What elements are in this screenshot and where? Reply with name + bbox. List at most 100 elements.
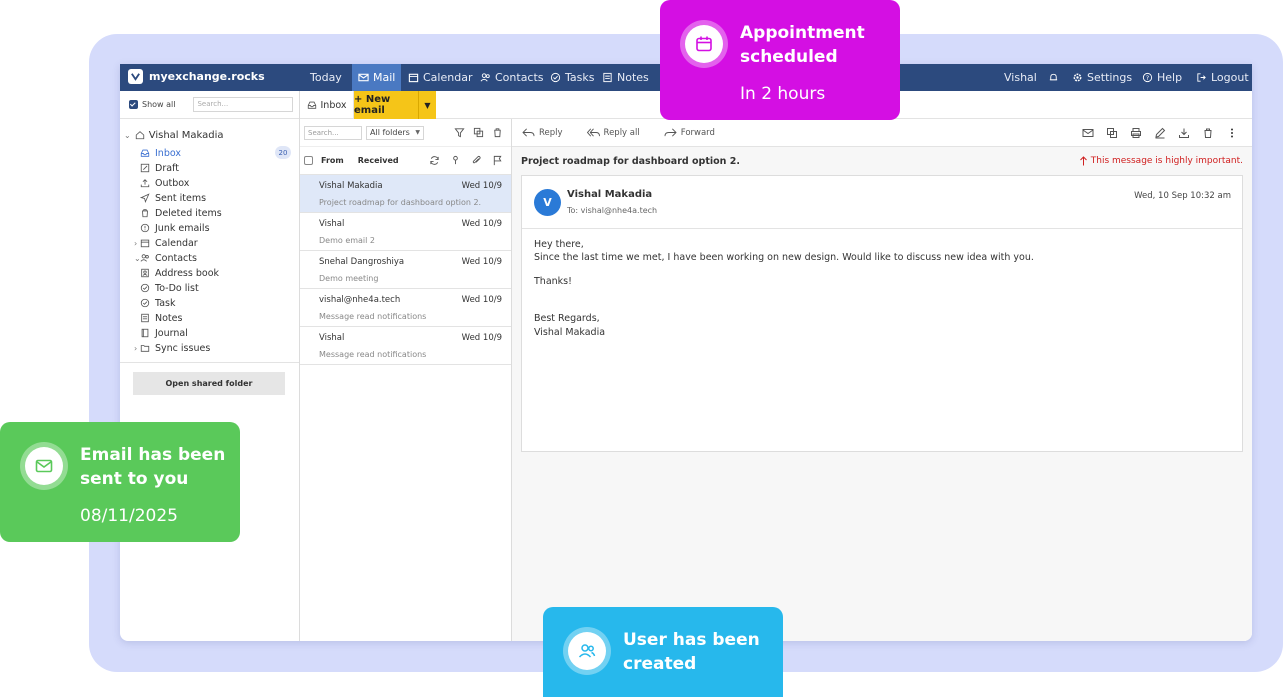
pencil-icon[interactable] (1154, 127, 1166, 139)
nav-logout[interactable]: Logout (1190, 64, 1252, 91)
caret-down-icon[interactable]: ▼ (418, 91, 436, 119)
folder-filter-select[interactable]: All folders ▼ (366, 125, 424, 140)
table-row[interactable]: Vishal Makadia Wed 10/9 Project roadmap … (300, 175, 511, 213)
account-name: Vishal Makadia (148, 129, 224, 141)
folder-sync-issues[interactable]: › Sync issues (134, 341, 210, 355)
table-row[interactable]: Vishal Wed 10/9 Message read notificatio… (300, 327, 511, 365)
nav-notifications[interactable] (1042, 64, 1065, 91)
nav-user[interactable]: Vishal (998, 64, 1043, 91)
chevron-right-icon[interactable]: › (134, 239, 137, 248)
nav-calendar[interactable]: Calendar (402, 64, 478, 91)
toast-icon-badge (568, 632, 606, 670)
nav-mail[interactable]: Mail (352, 64, 402, 91)
folder-task[interactable]: Task (140, 296, 176, 310)
mail-icon[interactable] (1082, 127, 1094, 139)
folder-deleted[interactable]: Deleted items (140, 206, 222, 220)
select-all-checkbox[interactable] (304, 156, 313, 165)
download-icon[interactable] (1178, 127, 1190, 139)
toast-icon-ring (20, 442, 68, 490)
reply-button[interactable]: Reply (522, 127, 563, 138)
folder-address-book[interactable]: Address book (140, 266, 219, 280)
recipient: To: vishal@nhe4a.tech (567, 206, 658, 215)
chevron-down-icon[interactable]: ⌄ (134, 254, 141, 263)
message-subject: Project roadmap for dashboard option 2. (319, 198, 482, 207)
avatar: V (534, 189, 561, 216)
forward-icon (664, 128, 677, 137)
contacts-icon (140, 254, 149, 262)
folder-journal[interactable]: Journal (140, 326, 188, 340)
email-toast: Email has been sent to you 08/11/2025 (0, 422, 240, 542)
reply-all-label: Reply all (603, 127, 640, 138)
reply-all-button[interactable]: Reply all (586, 127, 640, 138)
brand[interactable]: myexchange.rocks (128, 69, 265, 84)
folder-icon (140, 345, 150, 352)
calendar-icon (408, 73, 419, 83)
refresh-icon[interactable] (429, 155, 440, 166)
importance-icon[interactable] (450, 155, 461, 166)
folder-outbox[interactable]: Outbox (140, 176, 189, 190)
mail-icon (358, 73, 369, 82)
toast-icon-ring (680, 20, 728, 68)
new-email-label[interactable]: + New email (354, 94, 418, 116)
nav-notes[interactable]: Notes (596, 64, 655, 91)
forward-button[interactable]: Forward (664, 127, 715, 138)
message-from: vishal@nhe4a.tech (319, 295, 401, 305)
nav-help[interactable]: ? Help (1136, 64, 1188, 91)
toast-icon-badge (685, 25, 723, 63)
help-icon: ? (1142, 72, 1153, 83)
check-circle-icon (140, 298, 150, 308)
chevron-down-icon[interactable]: ⌄ (124, 131, 131, 140)
column-received[interactable]: Received (358, 156, 399, 165)
flag-icon[interactable] (492, 155, 503, 166)
nav-contacts[interactable]: Contacts (474, 64, 550, 91)
print-icon[interactable] (1130, 127, 1142, 139)
mail-icon (35, 459, 53, 473)
more-vertical-icon[interactable] (1226, 127, 1238, 139)
attachment-icon[interactable] (471, 155, 482, 166)
nav-settings[interactable]: Settings (1066, 64, 1138, 91)
chevron-right-icon[interactable]: › (134, 344, 137, 353)
folder-sent[interactable]: Sent items (140, 191, 206, 205)
trash-icon[interactable] (492, 127, 503, 138)
message-search-input[interactable]: Search... (304, 125, 362, 140)
new-email-button[interactable]: + New email ▼ (354, 91, 436, 119)
alert-icon (140, 223, 150, 233)
appointment-toast: Appointment scheduled In 2 hours (660, 0, 900, 120)
folder-todo[interactable]: To-Do list (140, 281, 199, 295)
folder-draft[interactable]: Draft (140, 161, 179, 175)
folder-search-input[interactable]: Search... (193, 97, 294, 112)
appointment-title-line1: Appointment (740, 23, 865, 43)
body-signoff: Best Regards, (534, 313, 600, 324)
table-row[interactable]: Snehal Dangroshiya Wed 10/9 Demo meeting (300, 251, 511, 289)
sender-name[interactable]: Vishal Makadia (567, 189, 652, 200)
copy-icon[interactable] (473, 127, 484, 138)
filter-icon[interactable] (454, 127, 465, 138)
folder-contacts[interactable]: ⌄ Contacts (134, 251, 197, 265)
message-from: Snehal Dangroshiya (319, 257, 405, 267)
trash-icon[interactable] (1202, 127, 1214, 139)
message-from: Vishal (319, 333, 345, 343)
table-row[interactable]: vishal@nhe4a.tech Wed 10/9 Message read … (300, 289, 511, 327)
table-row[interactable]: Vishal Wed 10/9 Demo email 2 (300, 213, 511, 251)
folder-calendar[interactable]: › Calendar (134, 236, 198, 250)
upload-icon (140, 179, 150, 188)
open-shared-folder-button[interactable]: Open shared folder (133, 372, 285, 395)
sidebar-divider (120, 362, 299, 363)
nav-tasks[interactable]: Tasks (544, 64, 600, 91)
gear-icon (1073, 73, 1082, 82)
nav-today[interactable]: Today (304, 64, 348, 91)
folder-notes[interactable]: Notes (140, 311, 182, 325)
brand-logo-icon (128, 69, 143, 84)
folder-draft-label: Draft (155, 162, 179, 174)
show-all-checkbox[interactable] (129, 100, 138, 109)
tab-inbox[interactable]: Inbox (300, 91, 354, 119)
folder-junk[interactable]: Junk emails (140, 221, 210, 235)
account-root[interactable]: ⌄ Vishal Makadia (124, 128, 224, 142)
column-from[interactable]: From (321, 156, 344, 165)
message-from: Vishal (319, 219, 345, 229)
folder-address-book-label: Address book (155, 267, 220, 279)
sent-date: Wed, 10 Sep 10:32 am (1134, 191, 1231, 201)
copy-icon[interactable] (1106, 127, 1118, 139)
folder-inbox[interactable]: Inbox (140, 146, 181, 160)
brand-name: myexchange.rocks (149, 70, 265, 83)
